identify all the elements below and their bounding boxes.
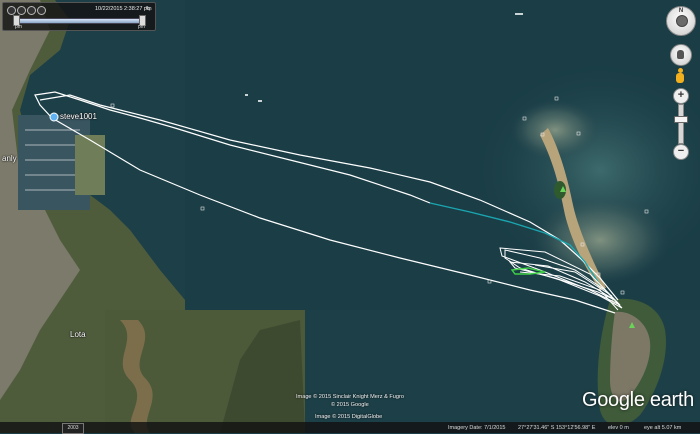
play-icon[interactable] <box>37 6 46 15</box>
zoom-slider[interactable]: + − <box>673 88 689 160</box>
town-label-lota: Lota <box>70 330 86 339</box>
satellite-map[interactable] <box>0 0 700 433</box>
placemark-label[interactable]: steve1001 <box>60 112 97 121</box>
imagery-attribution-1: Image © 2015 Sinclair Knight Merz & Fugr… <box>296 394 404 400</box>
zoom-track[interactable] <box>678 104 684 144</box>
google-earth-logo: Google earth <box>581 389 694 411</box>
look-eye-icon[interactable] <box>676 15 688 27</box>
hand-icon <box>677 50 684 59</box>
status-bar: Imagery Date: 7/1/2015 27°27'31.46" S 15… <box>0 422 700 433</box>
zoom-in-time-icon[interactable] <box>17 6 26 15</box>
street-view-pegman-icon[interactable] <box>675 68 685 84</box>
time-track[interactable] <box>13 18 145 24</box>
zoom-in-button[interactable]: + <box>673 88 689 104</box>
time-range-label: 10/22/2015 2:38:27 pm <box>95 6 152 12</box>
zoom-out-time-icon[interactable] <box>27 6 36 15</box>
zoom-thumb[interactable] <box>674 116 688 123</box>
map-logo: 2003 <box>62 423 84 434</box>
eye-altitude: eye alt 5.07 km <box>644 424 682 431</box>
elevation: elev 0 m <box>608 424 629 431</box>
pan-control[interactable] <box>670 44 692 66</box>
clock-icon[interactable] <box>7 6 16 15</box>
town-label: anly <box>2 154 17 163</box>
time-end-label: pm <box>138 24 145 30</box>
settings-wrench-icon[interactable]: ✎ <box>145 5 151 13</box>
time-start-label: pm <box>15 24 22 30</box>
google-copyright: © 2015 Google <box>331 402 369 408</box>
imagery-attribution-2: Image © 2015 DigitalGlobe <box>315 414 383 420</box>
imagery-date: Imagery Date: 7/1/2015 <box>448 424 506 431</box>
north-indicator-icon[interactable]: N <box>667 8 695 14</box>
zoom-out-button[interactable]: − <box>673 144 689 160</box>
cursor-coordinates: 27°27'31.46" S 153°12'56.98" E <box>518 424 596 431</box>
time-slider[interactable]: 10/22/2015 2:38:27 pm ✎ pm pm <box>2 2 156 31</box>
pegman-body <box>676 73 684 83</box>
compass-ring[interactable]: N <box>666 6 696 36</box>
placemark-icon <box>49 112 59 122</box>
